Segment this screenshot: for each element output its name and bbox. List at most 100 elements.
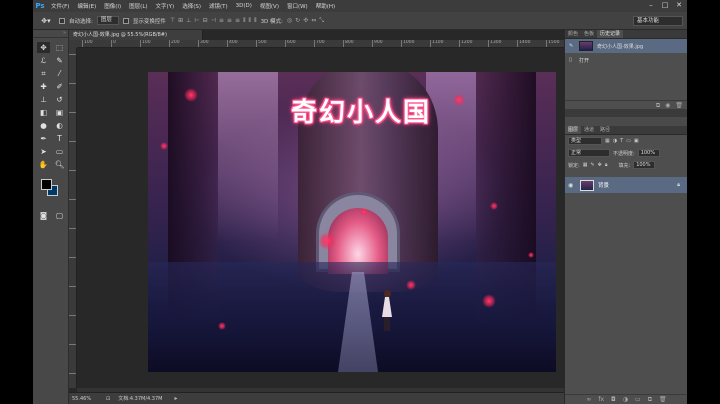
foreground-color-swatch[interactable] <box>41 179 52 190</box>
minimize-button[interactable]: – <box>645 1 657 10</box>
document-tab[interactable]: 奇幻小人国-效果.jpg @ 55.5%(RGB/8#) <box>69 30 203 40</box>
zoom-level[interactable]: 55.46% <box>72 396 98 402</box>
menu-window[interactable]: 窗口(W) <box>283 2 312 10</box>
auto-select-checkbox[interactable] <box>59 17 65 24</box>
history-brush-icon[interactable]: ↺ <box>53 94 66 105</box>
align-top-icon[interactable]: ⊤ <box>170 17 175 25</box>
lock-pixels-icon[interactable]: ▦ <box>583 162 588 168</box>
move-tool-icon[interactable]: ✥ <box>37 42 50 53</box>
visibility-eye-icon[interactable]: ◉ <box>568 182 576 189</box>
shape-tool-icon[interactable]: ▭ <box>53 146 66 157</box>
3d-roll-icon[interactable]: ↻ <box>295 17 300 25</box>
layer-style-icon[interactable]: fx <box>598 395 604 404</box>
menu-3d[interactable]: 3D(D) <box>232 3 256 9</box>
3d-slide-icon[interactable]: ⇔ <box>311 17 316 25</box>
image-canvas[interactable]: 奇幻小人国 <box>148 72 556 372</box>
status-menu-arrow-icon[interactable]: ▸ <box>174 395 177 402</box>
tab-channels[interactable]: 通道 <box>581 126 597 134</box>
layer-lock-icon[interactable]: 🔒︎ <box>677 182 680 189</box>
menu-view[interactable]: 视图(V) <box>256 2 283 10</box>
menu-layer[interactable]: 图层(L) <box>125 2 151 10</box>
distribute-top-icon[interactable]: ≡ <box>219 17 224 25</box>
lock-paint-icon[interactable]: ✎ <box>590 162 594 168</box>
zoom-tool-icon[interactable]: 🔍︎ <box>53 159 66 170</box>
blur-tool-icon[interactable]: ● <box>37 120 50 131</box>
align-bottom-icon[interactable]: ⊥ <box>186 17 191 25</box>
history-step[interactable]: ▯ 打开 <box>565 53 687 67</box>
filter-smart-icon[interactable]: ▣ <box>634 138 639 144</box>
new-layer-icon[interactable]: ⧉ <box>648 395 652 404</box>
menu-image[interactable]: 图像(I) <box>100 2 125 10</box>
show-transform-checkbox[interactable] <box>122 17 129 24</box>
3d-scale-icon[interactable]: ⤡ <box>319 17 324 25</box>
layer-kind-filter[interactable]: 类型 <box>568 137 602 145</box>
status-share-icon[interactable]: ⊡ <box>106 396 110 402</box>
crop-tool-icon[interactable]: ⌗ <box>37 68 50 79</box>
menu-edit[interactable]: 编辑(E) <box>73 2 100 10</box>
close-button[interactable]: ✕ <box>673 1 685 10</box>
menu-filter[interactable]: 滤镜(T) <box>205 2 232 10</box>
lock-all-icon[interactable]: 🔒︎ <box>605 162 608 168</box>
3d-drag-icon[interactable]: ✣ <box>303 17 308 25</box>
distribute-left-icon[interactable]: ⫴ <box>243 17 246 25</box>
layer-row-background[interactable]: ◉ 背景 🔒︎ <box>565 177 687 193</box>
eyedropper-tool-icon[interactable]: ⁄ <box>53 68 66 79</box>
pen-tool-icon[interactable]: ✒ <box>37 133 50 144</box>
filter-shape-icon[interactable]: ▭ <box>626 138 631 144</box>
align-middle-icon[interactable]: ⊞ <box>178 17 183 25</box>
opacity-input[interactable]: 100% <box>637 149 660 157</box>
distribute-middle-icon[interactable]: ≡ <box>227 17 232 25</box>
delete-layer-icon[interactable]: 🗑︎ <box>659 395 667 404</box>
3d-rotate-icon[interactable]: ◎ <box>287 17 292 25</box>
menu-help[interactable]: 帮助(H) <box>312 2 339 10</box>
tab-swatches[interactable]: 色板 <box>581 30 597 38</box>
quick-mask-icon[interactable]: ◙ <box>37 210 50 221</box>
link-layers-icon[interactable]: ∞ <box>586 395 591 404</box>
new-group-icon[interactable]: ▭ <box>635 395 641 404</box>
filter-pixel-icon[interactable]: ▦ <box>605 138 610 144</box>
distribute-bottom-icon[interactable]: ≡ <box>235 17 240 25</box>
history-snapshot[interactable]: ✎ 奇幻小人国-效果.jpg <box>565 39 687 53</box>
move-tool-preset-icon[interactable]: ✥▾ <box>37 15 55 27</box>
gradient-tool-icon[interactable]: ▣ <box>53 107 66 118</box>
new-snapshot-icon[interactable]: ◉ <box>665 101 670 109</box>
add-mask-icon[interactable]: ◘ <box>611 395 616 404</box>
history-brush-source-icon[interactable]: ✎ <box>569 43 575 49</box>
hand-tool-icon[interactable]: ✋ <box>37 159 50 170</box>
clone-stamp-icon[interactable]: ⊥ <box>37 94 50 105</box>
align-left-icon[interactable]: ⊢ <box>194 17 199 25</box>
menu-file[interactable]: 文件(F) <box>47 2 73 10</box>
delete-state-icon[interactable]: 🗑︎ <box>675 101 683 109</box>
auto-select-dropdown[interactable]: 图层 <box>96 16 119 25</box>
fill-input[interactable]: 100% <box>633 161 656 169</box>
path-select-icon[interactable]: ➤ <box>37 146 50 157</box>
eraser-tool-icon[interactable]: ◧ <box>37 107 50 118</box>
screen-mode-icon[interactable]: ▢ <box>53 210 66 221</box>
toolbox-collapse-icon[interactable]: » <box>33 30 68 38</box>
marquee-tool-icon[interactable]: ⬚ <box>53 42 66 53</box>
distribute-center-icon[interactable]: ⫴ <box>249 17 252 25</box>
tab-color[interactable]: 颜色 <box>565 30 581 38</box>
menu-select[interactable]: 选择(S) <box>178 2 205 10</box>
ruler-origin[interactable] <box>69 40 77 48</box>
new-document-from-state-icon[interactable]: ⧉ <box>656 101 660 109</box>
quick-select-tool-icon[interactable]: ✎ <box>53 55 66 66</box>
align-center-icon[interactable]: ⊟ <box>203 17 208 25</box>
tab-history[interactable]: 历史记录 <box>597 30 624 38</box>
vertical-ruler[interactable] <box>69 48 77 388</box>
horizontal-ruler[interactable]: 100 0 100 200 300 400 500 600 700 800 900 1000 1100 1… <box>77 40 564 48</box>
brush-tool-icon[interactable]: ✐ <box>53 81 66 92</box>
layer-name[interactable]: 背景 <box>598 181 609 189</box>
tab-paths[interactable]: 路径 <box>597 126 613 134</box>
lasso-tool-icon[interactable]: ℒ <box>37 55 50 66</box>
dodge-tool-icon[interactable]: ◐ <box>53 120 66 131</box>
workspace-dropdown[interactable]: 基本功能 <box>633 16 683 26</box>
blend-mode-dropdown[interactable]: 正常 <box>568 149 610 157</box>
healing-brush-icon[interactable]: ✚ <box>37 81 50 92</box>
tab-layers[interactable]: 图层 <box>565 126 582 134</box>
distribute-right-icon[interactable]: ⫴ <box>254 17 257 25</box>
filter-adjust-icon[interactable]: ◑ <box>613 138 617 144</box>
maximize-button[interactable]: □ <box>659 1 671 10</box>
lock-move-icon[interactable]: ✥ <box>598 162 602 168</box>
menu-type[interactable]: 文字(Y) <box>152 2 179 10</box>
